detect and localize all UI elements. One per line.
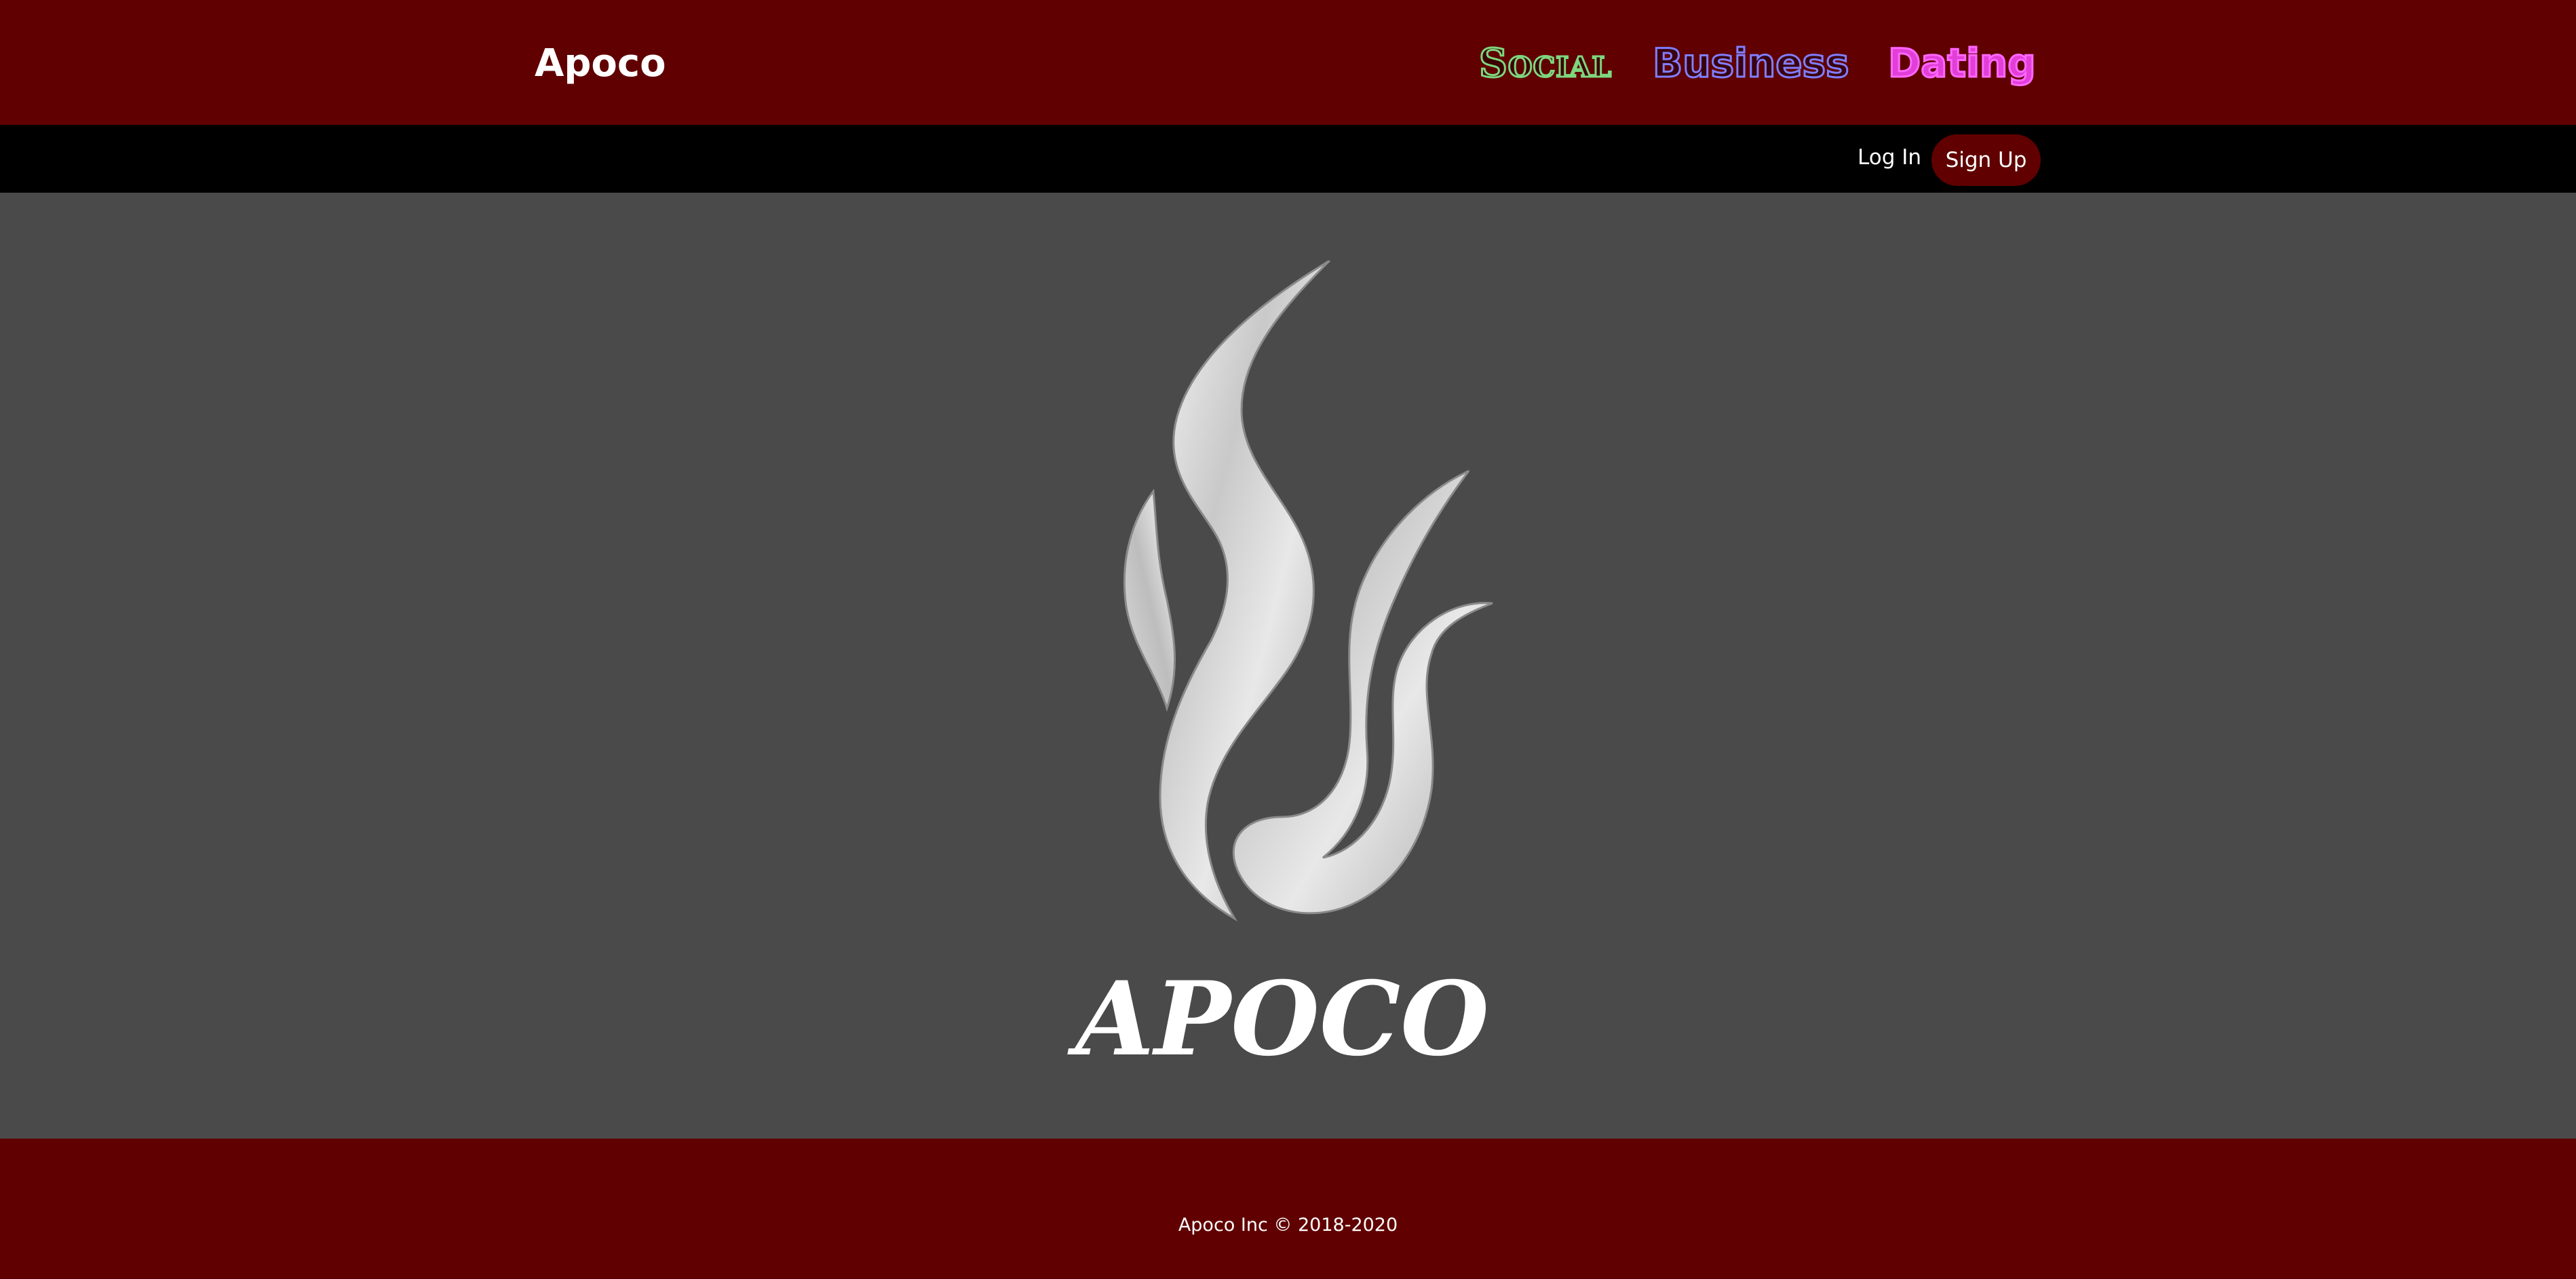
signup-button[interactable]: Sign Up: [1931, 134, 2041, 186]
auth-bar: Log In Sign Up: [0, 125, 2576, 193]
main-content: APOCO: [0, 193, 2576, 1139]
nav-social-link[interactable]: Social: [1478, 37, 1612, 89]
flame-icon: [1123, 261, 1493, 922]
footer: Apoco Inc © 2018-2020: [0, 1139, 2576, 1279]
brand-link[interactable]: Apoco: [535, 39, 666, 88]
apoco-flame-logo: APOCO: [1067, 261, 1493, 1079]
page: Apoco Social Business Dating Log In Sign…: [0, 0, 2576, 1279]
nav-dating-link[interactable]: Dating: [1887, 37, 2037, 89]
nav-business-link[interactable]: Business: [1652, 37, 1851, 89]
login-link[interactable]: Log In: [1858, 142, 1921, 172]
logo-wordmark: APOCO: [1067, 959, 1489, 1079]
top-header: Apoco Social Business Dating: [0, 0, 2576, 125]
copyright-text: Apoco Inc © 2018-2020: [1178, 1215, 1398, 1236]
